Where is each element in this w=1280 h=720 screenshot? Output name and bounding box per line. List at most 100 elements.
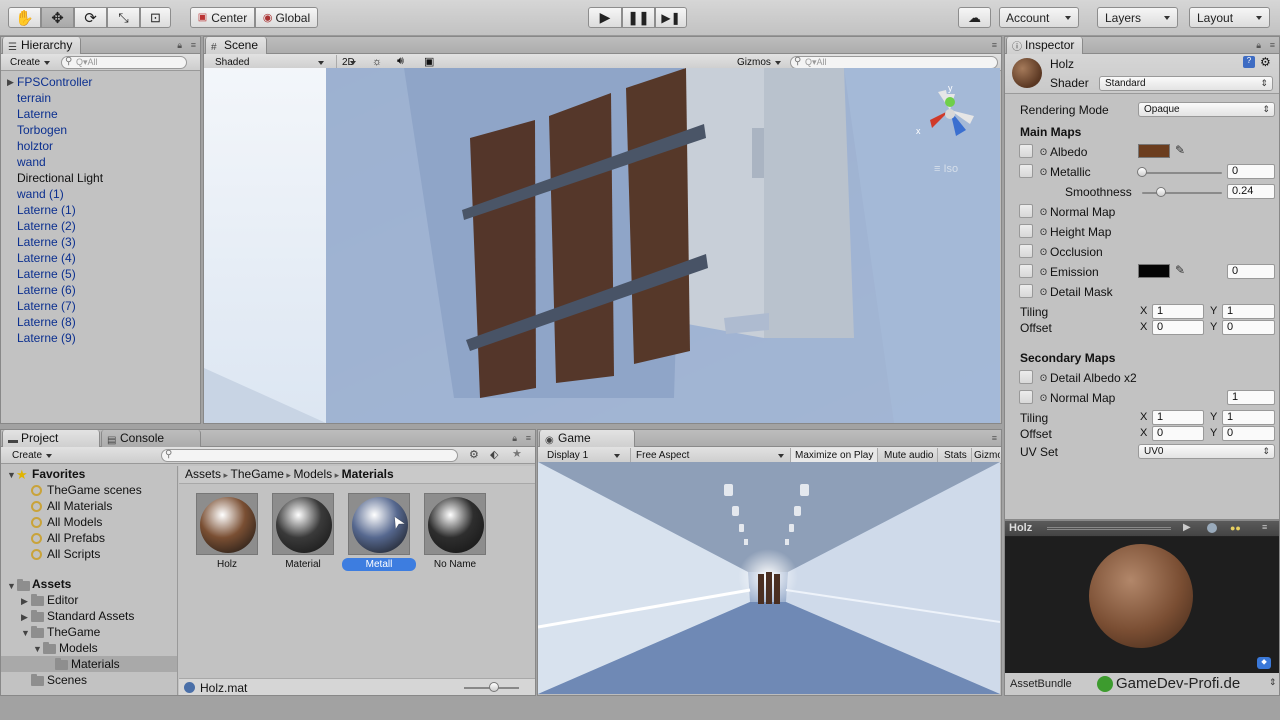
hierarchy-create-button[interactable]: Create xyxy=(5,55,54,70)
object-picker-icon[interactable]: ʘ xyxy=(1040,147,1047,157)
variant-dropdown-icon[interactable]: ⇕ xyxy=(1269,677,1277,688)
object-picker-icon[interactable]: ʘ xyxy=(1040,207,1047,217)
material-thumbnail[interactable] xyxy=(272,493,334,555)
pivot-center-button[interactable]: ▣ Center xyxy=(190,7,255,28)
panel-menu-icon[interactable]: ≡ xyxy=(191,40,196,50)
albedo-color-swatch[interactable] xyxy=(1138,144,1170,158)
lock-icon[interactable]: 🔒︎ xyxy=(177,40,182,51)
breadcrumb-item[interactable]: Models xyxy=(293,467,332,481)
mute-audio-toggle[interactable]: Mute audio xyxy=(880,448,939,463)
aspect-dropdown[interactable]: Free Aspect xyxy=(630,448,788,463)
folder-item[interactable]: Editor xyxy=(47,592,78,608)
favorite-item[interactable]: All Scripts xyxy=(47,546,100,562)
favorites-heading[interactable]: Favorites xyxy=(32,466,85,482)
panel-menu-icon[interactable]: ≡ xyxy=(992,40,997,50)
hierarchy-item[interactable]: Laterne (2) xyxy=(17,218,76,234)
hierarchy-item[interactable]: Laterne (6) xyxy=(17,282,76,298)
breadcrumb-item[interactable]: Materials xyxy=(342,467,394,481)
step-button[interactable]: ▶❚ xyxy=(655,7,687,28)
scale-tool-button[interactable]: ⤡ xyxy=(107,7,140,28)
maximize-on-play-toggle[interactable]: Maximize on Play xyxy=(790,448,879,463)
lock-icon[interactable]: 🔒︎ xyxy=(512,433,517,444)
metallic-texture-slot[interactable] xyxy=(1019,164,1033,178)
project-create-button[interactable]: Create xyxy=(7,448,56,463)
hierarchy-item[interactable]: terrain xyxy=(17,90,51,106)
stats-toggle[interactable]: Stats xyxy=(940,448,972,463)
thumbnail-size-handle[interactable] xyxy=(489,682,499,692)
smoothness-slider-track[interactable] xyxy=(1142,192,1222,194)
shader-dropdown[interactable]: Standard xyxy=(1099,76,1273,91)
fold-arrow-icon[interactable]: ▼ xyxy=(21,628,30,638)
label-tag-icon[interactable]: ⬥ xyxy=(1257,657,1271,669)
hierarchy-item[interactable]: Laterne xyxy=(17,106,58,122)
preview-header[interactable]: Holz ▶ ●● ≡ xyxy=(1005,521,1279,537)
space-global-button[interactable]: ◉ Global xyxy=(255,7,318,28)
drag-handle[interactable] xyxy=(1047,527,1171,530)
game-gizmos-dropdown[interactable]: Gizmo xyxy=(972,448,1000,463)
tab-game[interactable]: ◉ Game xyxy=(539,430,635,447)
hierarchy-item[interactable]: Laterne (3) xyxy=(17,234,76,250)
material-preview-sphere[interactable] xyxy=(1089,544,1193,648)
folder-item[interactable]: Standard Assets xyxy=(47,608,134,624)
tab-project[interactable]: ▬ Project xyxy=(2,430,100,447)
object-picker-icon[interactable]: ʘ xyxy=(1040,167,1047,177)
account-dropdown[interactable]: Account xyxy=(999,7,1079,28)
scene-viewport[interactable]: y x ≡ Iso xyxy=(204,68,1000,423)
tiling2-x-field[interactable]: 1 xyxy=(1152,410,1204,425)
material-label[interactable]: Holz xyxy=(190,558,264,571)
metallic-value-field[interactable]: 0 xyxy=(1227,164,1275,179)
folder-item[interactable]: Scenes xyxy=(47,672,87,688)
filter-label-icon[interactable]: ⬖ xyxy=(490,448,498,461)
favorite-item[interactable]: TheGame scenes xyxy=(47,482,142,498)
favorite-item[interactable]: All Models xyxy=(47,514,102,530)
albedo-texture-slot[interactable] xyxy=(1019,144,1033,158)
breadcrumb-item[interactable]: Assets xyxy=(185,467,221,481)
tab-inspector[interactable]: ⓘ Inspector xyxy=(1006,37,1084,54)
fold-arrow-icon[interactable]: ▼ xyxy=(7,470,16,480)
material-label[interactable]: No Name xyxy=(418,558,492,571)
fold-arrow-icon[interactable]: ▶ xyxy=(7,77,14,88)
hierarchy-item[interactable]: holztor xyxy=(17,138,53,154)
hierarchy-item[interactable]: Laterne (1) xyxy=(17,202,76,218)
tab-scene[interactable]: # Scene xyxy=(205,37,268,54)
offset2-y-field[interactable]: 0 xyxy=(1222,426,1275,441)
fold-arrow-icon[interactable]: ▶ xyxy=(21,612,28,623)
lighting-toggle-icon[interactable]: ☼ xyxy=(372,56,382,68)
layout-dropdown[interactable]: Layout xyxy=(1189,7,1270,28)
detail-mask-slot[interactable] xyxy=(1019,284,1033,298)
tiling-y-field[interactable]: 1 xyxy=(1222,304,1275,319)
favorite-item[interactable]: All Materials xyxy=(47,498,112,514)
display-dropdown[interactable]: Display 1 xyxy=(542,448,624,463)
normal-map-slot[interactable] xyxy=(1019,204,1033,218)
help-icon[interactable]: ? xyxy=(1243,56,1255,68)
hierarchy-item[interactable]: Directional Light xyxy=(17,170,103,186)
cloud-button[interactable]: ☁ xyxy=(958,7,991,28)
smoothness-slider-handle[interactable] xyxy=(1156,187,1167,197)
hierarchy-item[interactable]: wand xyxy=(17,154,46,170)
layers-dropdown[interactable]: Layers xyxy=(1097,7,1178,28)
breadcrumb-item[interactable]: TheGame xyxy=(231,467,284,481)
fold-arrow-icon[interactable]: ▼ xyxy=(7,581,16,591)
material-thumbnail[interactable] xyxy=(196,493,258,555)
folder-item[interactable]: Materials xyxy=(71,656,120,672)
object-picker-icon[interactable]: ʘ xyxy=(1040,247,1047,257)
panel-menu-icon[interactable]: ≡ xyxy=(526,433,531,443)
play-button[interactable]: ▶ xyxy=(588,7,622,28)
secondary-normal-map-slot[interactable] xyxy=(1019,390,1033,404)
folder-item[interactable]: TheGame xyxy=(47,624,100,640)
effects-toggle-icon[interactable]: ▣ xyxy=(424,55,434,68)
hierarchy-item[interactable]: wand (1) xyxy=(17,186,64,202)
offset-y-field[interactable]: 0 xyxy=(1222,320,1275,335)
metallic-slider-track[interactable] xyxy=(1142,172,1222,174)
game-viewport[interactable] xyxy=(538,462,1000,694)
offset-x-field[interactable]: 0 xyxy=(1152,320,1204,335)
emission-value-field[interactable]: 0 xyxy=(1227,264,1275,279)
hierarchy-item[interactable]: Laterne (5) xyxy=(17,266,76,282)
emission-slot[interactable] xyxy=(1019,264,1033,278)
hierarchy-item[interactable]: Laterne (4) xyxy=(17,250,76,266)
smoothness-value-field[interactable]: 0.24 xyxy=(1227,184,1275,199)
tab-console[interactable]: ▤ Console xyxy=(101,430,201,447)
hand-tool-button[interactable]: ✋ xyxy=(8,7,41,28)
tiling2-y-field[interactable]: 1 xyxy=(1222,410,1275,425)
height-map-slot[interactable] xyxy=(1019,224,1033,238)
